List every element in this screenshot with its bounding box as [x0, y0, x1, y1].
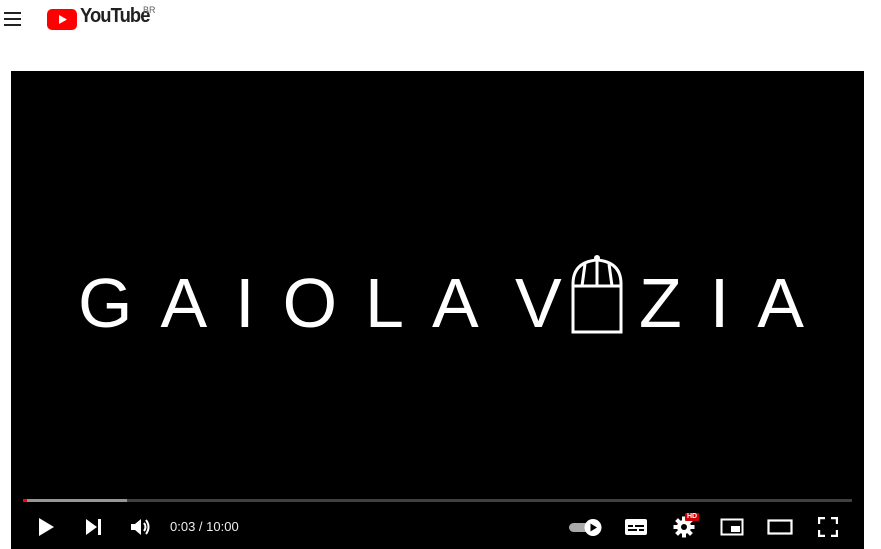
title-letter-v: V: [515, 264, 562, 342]
top-bar: YouTube BR: [0, 0, 881, 40]
miniplayer-button[interactable]: [717, 507, 747, 547]
play-icon: [39, 518, 54, 536]
miniplayer-icon: [720, 518, 744, 536]
next-icon: [86, 519, 101, 535]
next-button[interactable]: [79, 507, 107, 547]
youtube-logo-icon[interactable]: [47, 9, 77, 31]
player-controls: 0:03 / 10:00 HD: [11, 507, 864, 547]
progress-played: [23, 499, 28, 502]
progress-bar[interactable]: [23, 499, 852, 502]
fullscreen-button[interactable]: [813, 507, 843, 547]
video-title-card: GAIOLA V ZIA: [11, 71, 864, 549]
autoplay-toggle-icon: [569, 519, 602, 536]
settings-button[interactable]: HD: [669, 507, 700, 547]
fullscreen-icon: [818, 517, 838, 537]
theater-mode-icon: [767, 519, 793, 535]
volume-icon: [131, 519, 150, 535]
video-player[interactable]: GAIOLA V ZIA 0:03 / 10:00 HD: [11, 71, 864, 549]
play-button[interactable]: [33, 507, 59, 547]
progress-buffered: [23, 499, 127, 502]
subtitles-icon: [625, 519, 647, 535]
subtitles-button[interactable]: [621, 507, 651, 547]
title-word-gaiola: GAIOLA: [78, 264, 507, 342]
time-display: 0:03 / 10:00: [170, 519, 239, 534]
theater-mode-button[interactable]: [763, 507, 797, 547]
title-word-zia: ZIA: [639, 264, 832, 342]
volume-button[interactable]: [127, 507, 155, 547]
birdcage-icon: [571, 255, 623, 334]
autoplay-toggle[interactable]: [566, 507, 606, 547]
country-code: BR: [143, 5, 156, 15]
youtube-wordmark[interactable]: YouTube: [80, 5, 150, 28]
hd-badge: HD: [685, 513, 700, 521]
hamburger-menu-icon[interactable]: [2, 8, 24, 30]
